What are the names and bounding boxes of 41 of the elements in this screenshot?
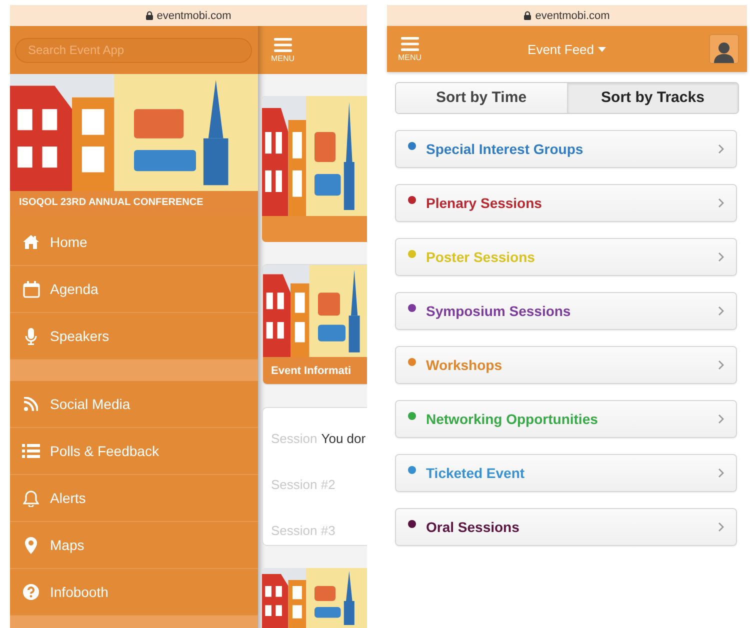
track-item[interactable]: Poster Sessions bbox=[395, 238, 737, 276]
sort-tab[interactable]: Sort by Tracks bbox=[566, 83, 738, 114]
chevron-right-icon bbox=[718, 360, 724, 370]
caret-icon[interactable] bbox=[598, 46, 606, 52]
screen-title[interactable]: Event Feed bbox=[528, 42, 594, 57]
menu-icon bbox=[400, 36, 419, 51]
help-icon bbox=[23, 584, 39, 600]
search-field[interactable]: Search Event App bbox=[15, 38, 252, 63]
url-text: eventmobi.com bbox=[156, 10, 232, 22]
chevron-right-icon bbox=[718, 414, 724, 424]
menu-icon bbox=[274, 38, 292, 52]
track-item[interactable]: Special Interest Groups bbox=[395, 130, 737, 168]
card-label: Event Informati bbox=[263, 356, 367, 384]
track-item[interactable]: Plenary Sessions bbox=[395, 184, 737, 222]
map-pin-icon bbox=[25, 536, 37, 554]
menu-button[interactable]: MENU bbox=[395, 34, 425, 64]
track-item[interactable]: Ticketed Event bbox=[395, 454, 737, 492]
bell-icon bbox=[23, 490, 39, 507]
chevron-right-icon bbox=[718, 522, 724, 532]
avatar-icon[interactable] bbox=[709, 34, 739, 64]
lock-icon bbox=[146, 11, 153, 20]
menu-button[interactable]: MENU bbox=[268, 36, 298, 65]
track-item[interactable]: Oral Sessions bbox=[395, 508, 737, 546]
chevron-right-icon bbox=[718, 468, 724, 478]
lock-icon bbox=[524, 11, 532, 20]
track-item[interactable]: Symposium Sessions bbox=[395, 292, 737, 330]
home-icon bbox=[23, 235, 39, 250]
track-item[interactable]: Networking Opportunities bbox=[395, 400, 737, 438]
chevron-right-icon bbox=[718, 144, 724, 154]
calendar-icon bbox=[22, 280, 40, 298]
sort-tab[interactable]: Sort by Time bbox=[396, 83, 566, 114]
event-card[interactable]: Event Informati bbox=[262, 264, 367, 385]
url-text: eventmobi.com bbox=[535, 10, 610, 22]
chevron-right-icon bbox=[718, 198, 724, 208]
track-item[interactable]: Workshops bbox=[395, 346, 737, 384]
rss-icon bbox=[24, 397, 38, 412]
microphone-icon bbox=[25, 328, 37, 345]
chevron-right-icon bbox=[718, 306, 724, 316]
list-icon bbox=[22, 444, 40, 458]
session-note: You dor bbox=[321, 430, 366, 446]
chevron-right-icon bbox=[718, 252, 724, 262]
